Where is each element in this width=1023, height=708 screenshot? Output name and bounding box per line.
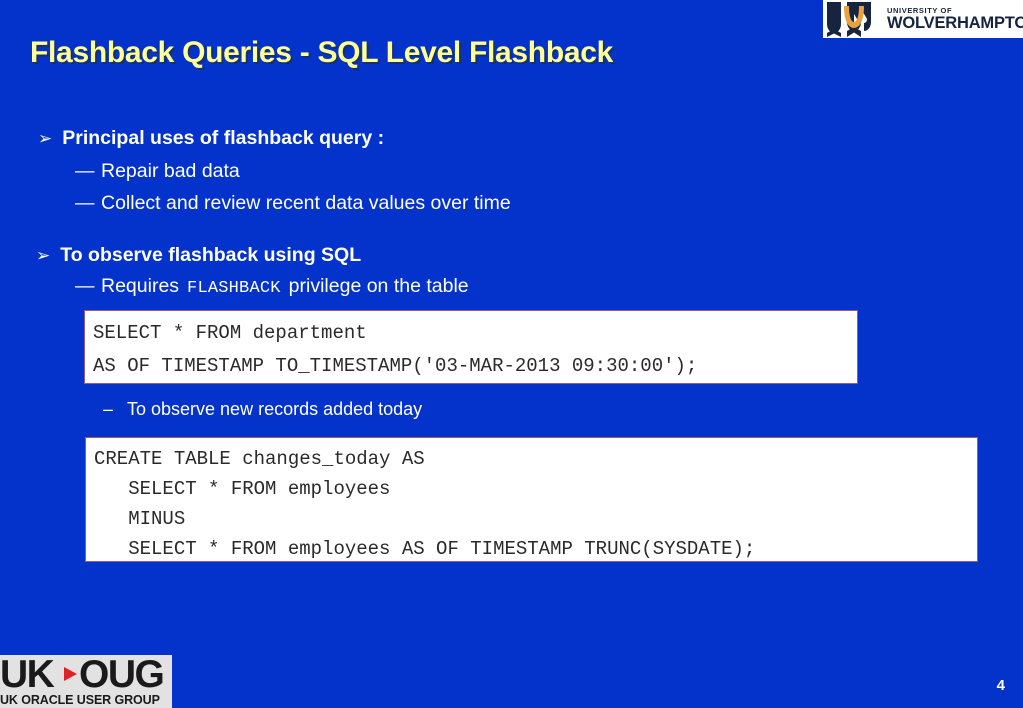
bullet-observe-flashback-label: To observe flashback using SQL — [60, 244, 362, 266]
code-block-select-department: SELECT * FROM department AS OF TIMESTAMP… — [84, 310, 858, 384]
bullet-principal-uses: ➢ Principal uses of flashback query : — [38, 127, 384, 150]
sub-bullet-privilege-label: privilege on the table — [288, 275, 469, 297]
slide-canvas: UNIVERSITY OF WOLVERHAMPTON Flashback Qu… — [0, 0, 1023, 708]
code-line: SELECT * FROM employees — [94, 478, 391, 501]
code-block-create-table-changes-today: CREATE TABLE changes_today AS SELECT * F… — [85, 437, 978, 562]
ukoug-logo-tagline: UK ORACLE USER GROUP — [0, 693, 160, 707]
arrow-bullet-icon: ➢ — [36, 246, 51, 265]
slide-body: ➢ Principal uses of flashback query : — … — [0, 0, 1023, 708]
bullet-observe-flashback: ➢ To observe flashback using SQL — [36, 244, 361, 267]
sub-bullet-requires-label: Requires — [101, 275, 180, 297]
ukoug-logo-uk: UK — [0, 655, 55, 696]
sub-bullet-collect-review: — Collect and review recent data values … — [75, 192, 511, 215]
ukoug-triangle-icon — [64, 667, 77, 681]
code-line: AS OF TIMESTAMP TO_TIMESTAMP('03-MAR-201… — [93, 354, 698, 377]
code-line: MINUS — [94, 508, 186, 531]
sub-bullet-observe-new-records-label: To observe new records added today — [127, 399, 423, 419]
sub-bullet-repair-bad-data: — Repair bad data — [75, 160, 240, 183]
flashback-keyword: FLASHBACK — [187, 279, 281, 298]
sub-bullet-requires-privilege: — Requires FLASHBACK privilege on the ta… — [75, 275, 469, 298]
en-dash-icon: – — [103, 399, 114, 419]
em-dash-icon: — — [75, 192, 95, 214]
sub-bullet-collect-review-label: Collect and review recent data values ov… — [101, 192, 511, 214]
code-line: CREATE TABLE changes_today AS — [94, 448, 425, 470]
sub-bullet-repair-bad-data-label: Repair bad data — [101, 160, 240, 182]
code-line: SELECT * FROM department — [93, 322, 367, 344]
ukoug-logo: UK OUG UK ORACLE USER GROUP — [0, 655, 172, 708]
ukoug-logo-oug: OUG — [79, 655, 165, 696]
code-line: SELECT * FROM employees AS OF TIMESTAMP … — [94, 538, 756, 561]
page-number: 4 — [996, 677, 1005, 694]
em-dash-icon: — — [75, 275, 95, 297]
arrow-bullet-icon: ➢ — [38, 129, 53, 148]
em-dash-icon: — — [75, 160, 95, 182]
sub-bullet-observe-new-records: – To observe new records added today — [103, 399, 422, 420]
bullet-principal-uses-label: Principal uses of flashback query : — [62, 127, 385, 149]
